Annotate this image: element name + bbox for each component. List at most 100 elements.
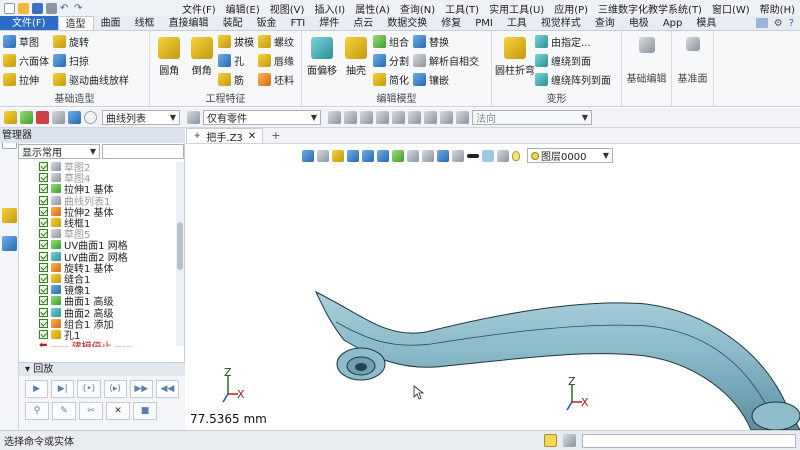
print-icon[interactable] — [46, 2, 57, 14]
menu-item-8[interactable]: 应用(P) — [549, 1, 593, 16]
status-note-icon[interactable] — [544, 434, 557, 447]
collapse-icon[interactable]: ▾ — [25, 364, 33, 375]
thread-button[interactable]: 螺纹 — [258, 33, 294, 50]
pointer-icon[interactable] — [4, 111, 17, 124]
tab-15[interactable]: 查询 — [588, 16, 622, 30]
visibility-checkbox[interactable] — [39, 318, 48, 328]
close-icon[interactable]: ✕ — [106, 402, 130, 420]
visibility-checkbox[interactable] — [39, 273, 48, 283]
tab-16[interactable]: 电极 — [622, 16, 656, 30]
pick-icon[interactable] — [68, 111, 81, 124]
snap-point-icon[interactable] — [360, 111, 373, 124]
tab-7[interactable]: FTI — [284, 16, 313, 30]
tree-item[interactable]: 组合1 添加 — [19, 318, 185, 331]
draft-button[interactable]: 拔模 — [218, 33, 254, 50]
sweep-button[interactable]: 扫掠 — [53, 52, 129, 69]
new-file-icon[interactable] — [4, 2, 15, 14]
tab-1[interactable]: 造型 — [57, 16, 94, 30]
status-grid-icon[interactable] — [563, 434, 576, 447]
part-filter-dropdown[interactable]: 仅有零件 ▼ — [203, 110, 321, 125]
menu-item-4[interactable]: 属性(A) — [350, 1, 395, 16]
visibility-checkbox[interactable] — [39, 240, 48, 250]
tab-4[interactable]: 直接编辑 — [162, 16, 216, 30]
menu-item-0[interactable]: 文件(F) — [177, 1, 221, 16]
save-icon[interactable] — [32, 2, 43, 14]
combine-button[interactable]: 组合 — [373, 33, 409, 50]
menu-item-10[interactable]: 窗口(W) — [707, 1, 755, 16]
stock-button[interactable]: 坯料 — [258, 71, 294, 88]
scrollbar-thumb[interactable] — [177, 222, 183, 270]
tab-3[interactable]: 线框 — [128, 16, 162, 30]
by-specified-button[interactable]: 由指定... — [535, 33, 611, 50]
properties-icon[interactable] — [2, 236, 17, 251]
remove-icon[interactable] — [36, 111, 49, 124]
tree-item[interactable]: 拉伸2 基体 — [19, 206, 185, 219]
fast-forward-icon[interactable]: ▶▶ — [129, 380, 153, 398]
handle-model[interactable] — [314, 290, 800, 430]
menu-item-1[interactable]: 编辑(E) — [221, 1, 265, 16]
3d-viewport[interactable]: 图层0000 ▼ Z X Z X 77.5365 mm — [186, 144, 800, 430]
visibility-checkbox[interactable] — [39, 162, 48, 172]
visibility-checkbox[interactable] — [39, 285, 48, 295]
close-tab-icon[interactable]: ✕ — [248, 131, 256, 142]
snap-icon[interactable] — [328, 111, 341, 124]
hole-button[interactable]: 孔 — [218, 52, 254, 69]
help-icon[interactable]: ? — [789, 18, 794, 29]
normal-dropdown[interactable]: 法向 ▼ — [472, 110, 592, 125]
circle-icon[interactable] — [84, 111, 97, 124]
visibility-checkbox[interactable] — [39, 184, 48, 194]
play-icon[interactable]: ▶ — [25, 380, 49, 398]
open-file-icon[interactable] — [18, 2, 29, 14]
command-input[interactable] — [582, 433, 796, 448]
tab-17[interactable]: App — [656, 16, 690, 30]
new-tab-icon[interactable]: + — [271, 129, 280, 142]
visibility-checkbox[interactable] — [39, 229, 48, 239]
visibility-checkbox[interactable] — [39, 307, 48, 317]
undo-icon[interactable]: ↶ — [60, 3, 71, 14]
menu-item-7[interactable]: 实用工具(U) — [484, 1, 549, 16]
curve-list-dropdown[interactable]: 曲线列表 ▼ — [102, 110, 180, 125]
tree-scrollbar[interactable] — [176, 162, 184, 346]
add-icon[interactable] — [20, 111, 33, 124]
snap-center-icon[interactable] — [408, 111, 421, 124]
settings-icon[interactable]: ⚙ — [774, 18, 783, 29]
tab-9[interactable]: 点云 — [346, 16, 380, 30]
visibility-checkbox[interactable] — [39, 195, 48, 205]
loop-icon[interactable]: (•) — [77, 380, 101, 398]
tab-8[interactable]: 焊件 — [312, 16, 346, 30]
snap-face-icon[interactable] — [392, 111, 405, 124]
palette-icon[interactable] — [755, 18, 768, 28]
revolve-button[interactable]: 旋转 — [53, 33, 129, 50]
replace-button[interactable]: 替换 — [413, 33, 479, 50]
direction-icon[interactable] — [456, 111, 469, 124]
filter-toggle-icon[interactable] — [187, 111, 200, 124]
sketch-button[interactable]: 草图 — [3, 33, 49, 50]
visibility-checkbox[interactable] — [39, 173, 48, 183]
redo-icon[interactable]: ↷ — [74, 3, 85, 14]
wrap-pattern-button[interactable]: 缠绕阵列到面 — [535, 71, 611, 88]
tab-12[interactable]: PMI — [468, 16, 500, 30]
box-button[interactable]: 六面体 — [3, 52, 49, 69]
tree-item[interactable]: 草图2 — [19, 161, 185, 174]
filter-icon[interactable] — [52, 111, 65, 124]
menu-item-2[interactable]: 视图(V) — [265, 1, 310, 16]
rewind-icon[interactable]: ◀◀ — [155, 380, 180, 398]
stop-icon[interactable]: ■ — [133, 402, 157, 420]
loft-button[interactable]: 驱动曲线放样 — [53, 71, 129, 88]
menu-item-6[interactable]: 工具(T) — [440, 1, 484, 16]
snap-mid-icon[interactable] — [424, 111, 437, 124]
rib-button[interactable]: 筋 — [218, 71, 254, 88]
visibility-checkbox[interactable] — [39, 206, 48, 216]
menu-item-5[interactable]: 查询(N) — [395, 1, 440, 16]
tree-item[interactable]: 旋转1 基体 — [19, 262, 185, 275]
lip-button[interactable]: 唇缘 — [258, 52, 294, 69]
document-tab[interactable]: ✦ 把手.Z3 ✕ — [186, 128, 264, 144]
parts-icon[interactable] — [2, 208, 17, 223]
snap-edge-icon[interactable] — [376, 111, 389, 124]
menu-item-11[interactable]: 帮助(H) — [755, 1, 800, 16]
edit-icon[interactable]: ⚲ — [25, 402, 49, 420]
panel-search-input[interactable] — [102, 144, 184, 159]
tab-13[interactable]: 工具 — [500, 16, 534, 30]
visibility-checkbox[interactable] — [39, 218, 48, 228]
tab-14[interactable]: 视觉样式 — [534, 16, 588, 30]
